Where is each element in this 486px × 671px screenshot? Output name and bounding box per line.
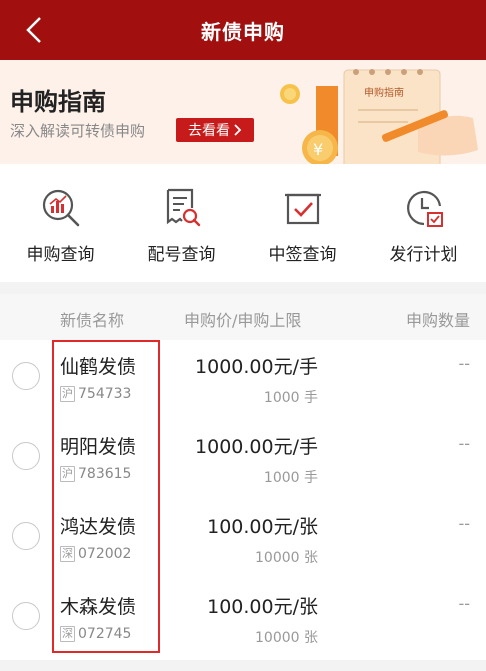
nav-lottery-query[interactable]: 中签查询 [242,164,363,282]
subscribe-quantity: -- [458,354,470,373]
back-button[interactable] [18,14,50,46]
quick-nav: 申购查询 配号查询 中签查询 发行计划 [0,164,486,282]
page-title: 新债申购 [201,19,285,44]
market-badge: 深 [60,546,75,562]
nav-label: 发行计划 [389,245,458,265]
clock-calendar-icon [406,190,443,227]
nav-number-query[interactable]: 配号查询 [121,164,242,282]
checkbox-tray-icon [284,193,321,225]
market-badge: 沪 [60,386,75,402]
nav-subscribe-query[interactable]: 申购查询 [0,164,121,282]
select-radio[interactable] [12,442,40,470]
bond-code: 072745 [78,626,132,642]
subscribe-price: 100.00元/张 [207,596,318,618]
subscribe-price: 1000.00元/手 [195,356,318,378]
document-search-icon [166,188,200,227]
subscribe-quantity: -- [458,594,470,613]
table-row[interactable]: 明阳发债 沪 783615 1000.00元/手 1000 手 -- [0,420,486,501]
table-row[interactable]: 木森发债 深 072745 100.00元/张 10000 张 -- [0,580,486,661]
table-row[interactable]: 仙鹤发债 沪 754733 1000.00元/手 1000 手 -- [0,340,486,421]
subscribe-limit: 1000 手 [263,470,318,486]
bond-code: 072002 [78,546,132,562]
bond-code-group: 沪 783615 [60,466,131,482]
bond-code-group: 沪 754733 [60,386,131,402]
top-bar: 新债申购 [0,0,486,60]
header-quantity: 申购数量 [405,311,470,330]
bottom-divider [0,660,486,671]
bond-name: 仙鹤发债 [60,356,137,378]
banner-subtitle: 深入解读可转债申购 [10,122,146,140]
header-price-limit: 申购价/申购上限 [184,311,302,330]
nav-label: 配号查询 [147,245,216,265]
table-header: 新债名称 申购价/申购上限 申购数量 [0,294,486,340]
subscribe-price: 1000.00元/手 [195,436,318,458]
header-bond-name: 新债名称 [60,311,125,330]
bond-name: 鸿达发债 [60,516,137,538]
subscribe-quantity: -- [458,514,470,533]
bond-code-group: 深 072002 [60,546,131,562]
go-see-button[interactable]: 去看看 [176,118,254,142]
bond-name: 木森发债 [60,596,137,618]
bond-code: 783615 [78,466,132,482]
guide-illustration: 申购指南 ¥ [280,69,478,164]
go-see-label: 去看看 [188,123,230,139]
market-badge: 沪 [60,466,75,482]
nav-label: 申购查询 [26,245,95,265]
magnifier-chart-icon [42,189,79,227]
section-divider [0,282,486,294]
guide-banner[interactable]: 申购指南 深入解读可转债申购 去看看 申购指南 ¥ [0,60,486,164]
svg-text:¥: ¥ [313,140,323,159]
chevron-left-icon [26,17,41,43]
nav-label: 中签查询 [268,245,337,265]
bond-code-group: 深 072745 [60,626,131,642]
chevron-right-icon [234,124,242,136]
subscribe-price: 100.00元/张 [207,516,318,538]
subscribe-limit: 1000 手 [263,390,318,406]
subscribe-limit: 10000 张 [255,550,318,566]
subscribe-limit: 10000 张 [255,630,318,646]
bond-code: 754733 [78,386,132,402]
table-row[interactable]: 鸿达发债 深 072002 100.00元/张 10000 张 -- [0,500,486,581]
market-badge: 深 [60,626,75,642]
subscribe-quantity: -- [458,434,470,453]
bond-name: 明阳发债 [60,436,137,458]
illustration-caption: 申购指南 [364,86,404,99]
banner-title: 申购指南 [10,88,106,116]
select-radio[interactable] [12,602,40,630]
nav-issue-plan[interactable]: 发行计划 [363,164,484,282]
select-radio[interactable] [12,362,40,390]
select-radio[interactable] [12,522,40,550]
